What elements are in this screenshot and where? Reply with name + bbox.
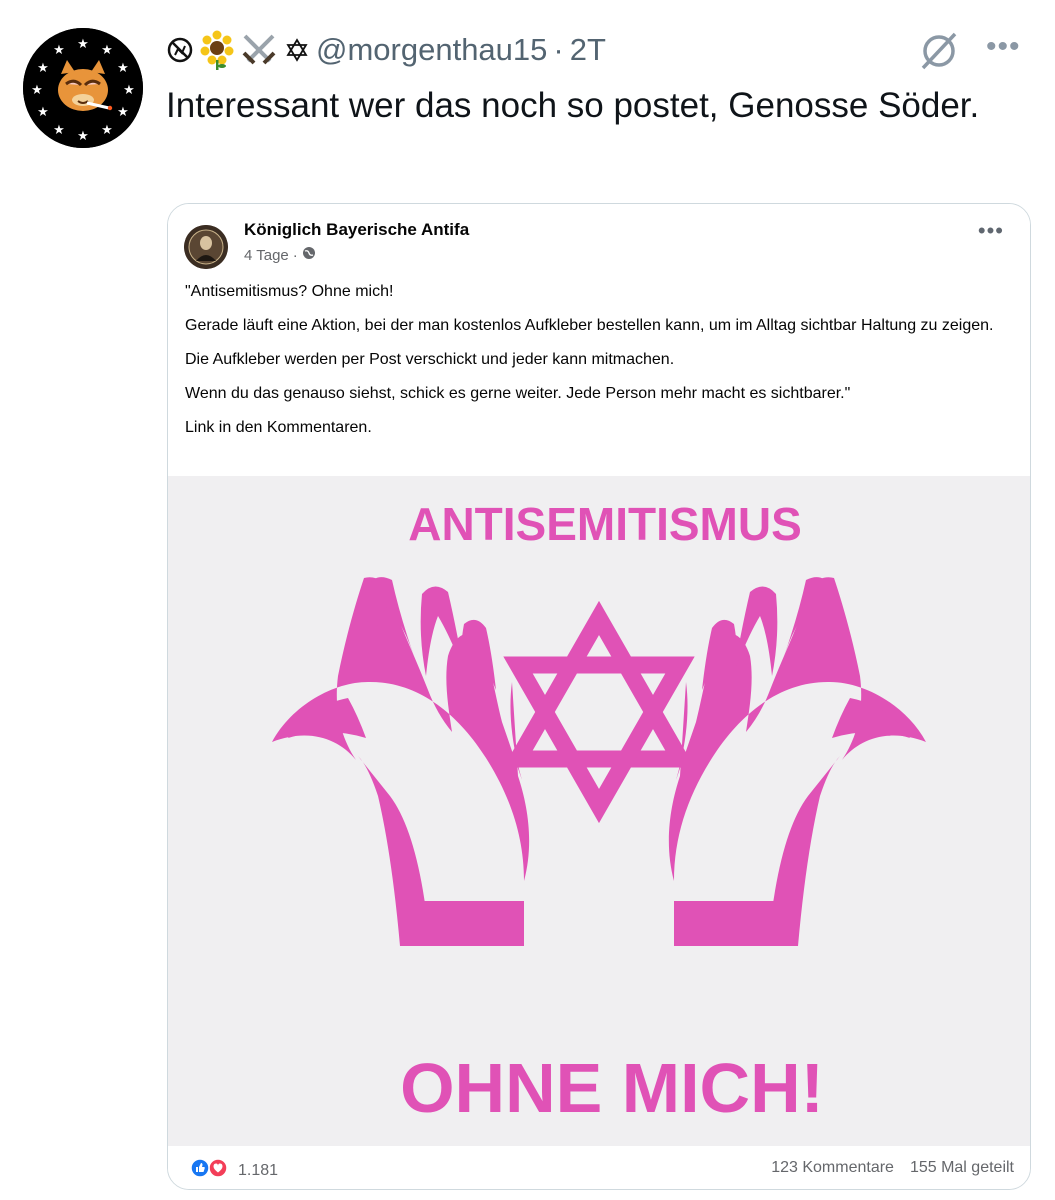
post-header-area: Königlich Bayerische Antifa 4 Tage · •••… — [168, 204, 1030, 474]
svg-text:★: ★ — [117, 61, 129, 76]
svg-text:★: ★ — [101, 43, 113, 58]
post-paragraph: Die Aufkleber werden per Post verschickt… — [185, 351, 675, 368]
page-name[interactable]: Königlich Bayerische Antifa — [244, 220, 469, 240]
reaction-icons — [188, 1158, 230, 1183]
post-more-icon[interactable]: ••• — [978, 220, 1004, 242]
time-separator: · — [553, 32, 564, 67]
tweet-timestamp[interactable]: 2T — [570, 32, 606, 68]
svg-text:★: ★ — [123, 83, 135, 98]
crossed-swords-icon — [240, 31, 278, 69]
svg-text:★: ★ — [77, 37, 89, 52]
no-symbol-icon — [166, 36, 194, 64]
svg-text:★: ★ — [37, 61, 49, 76]
reaction-count: 1.181 — [238, 1161, 279, 1179]
svg-text:★: ★ — [53, 123, 65, 138]
post-age[interactable]: 4 Tage — [244, 247, 289, 264]
svg-text:★: ★ — [31, 83, 43, 98]
meta-separator: · — [292, 246, 298, 264]
svg-text:★: ★ — [53, 43, 65, 58]
grok-icon[interactable] — [915, 26, 963, 74]
embedded-post-card[interactable]: Königlich Bayerische Antifa 4 Tage · •••… — [167, 203, 1031, 1190]
comment-count[interactable]: 123 Kommentare — [771, 1159, 894, 1177]
tweet-header: @morgenthau15 · 2T — [166, 30, 606, 70]
svg-text:★: ★ — [37, 105, 49, 120]
post-paragraph: Wenn du das genauso siehst, schick es ge… — [185, 385, 851, 402]
star-of-david-graphic — [503, 600, 695, 824]
svg-text:★: ★ — [117, 105, 129, 120]
star-of-david-icon — [284, 37, 310, 63]
right-hand-graphic — [668, 577, 926, 946]
more-options-icon[interactable]: ••• — [986, 32, 1021, 62]
post-stats: 123 Kommentare 155 Mal geteilt — [771, 1159, 1014, 1177]
left-hand-graphic — [272, 577, 530, 946]
post-meta: 4 Tage · — [244, 246, 316, 264]
post-text: "Antisemitismus? Ohne mich! Gerade läuft… — [185, 281, 1015, 451]
post-paragraph: Gerade läuft eine Aktion, bei der man ko… — [185, 317, 994, 334]
svg-text:★: ★ — [77, 129, 89, 144]
post-paragraph: "Antisemitismus? Ohne mich! — [185, 283, 394, 300]
image-headline: ANTISEMITISMUS — [408, 498, 802, 550]
sunflower-icon — [200, 30, 234, 70]
image-tagline: OHNE MICH! — [400, 1049, 824, 1127]
post-footer: 1.181 123 Kommentare 155 Mal geteilt — [168, 1146, 1030, 1189]
tweet-handle[interactable]: @morgenthau15 — [316, 32, 547, 68]
page-avatar[interactable] — [184, 225, 228, 269]
svg-text:★: ★ — [101, 123, 113, 138]
post-paragraph: Link in den Kommentaren. — [185, 419, 372, 436]
post-image[interactable]: ANTISEMITISMUS OHNE MICH! — [168, 476, 1030, 1146]
tweet-text: Interessant wer das noch so postet, Geno… — [166, 86, 980, 125]
avatar[interactable]: ★ ★ ★ ★ ★ ★ ★ ★ ★ ★ ★ ★ — [23, 28, 143, 148]
reactions[interactable]: 1.181 — [188, 1158, 278, 1183]
globe-icon — [302, 246, 316, 264]
cat-avatar-image: ★ ★ ★ ★ ★ ★ ★ ★ ★ ★ ★ ★ — [23, 28, 143, 148]
share-count[interactable]: 155 Mal geteilt — [910, 1159, 1014, 1177]
